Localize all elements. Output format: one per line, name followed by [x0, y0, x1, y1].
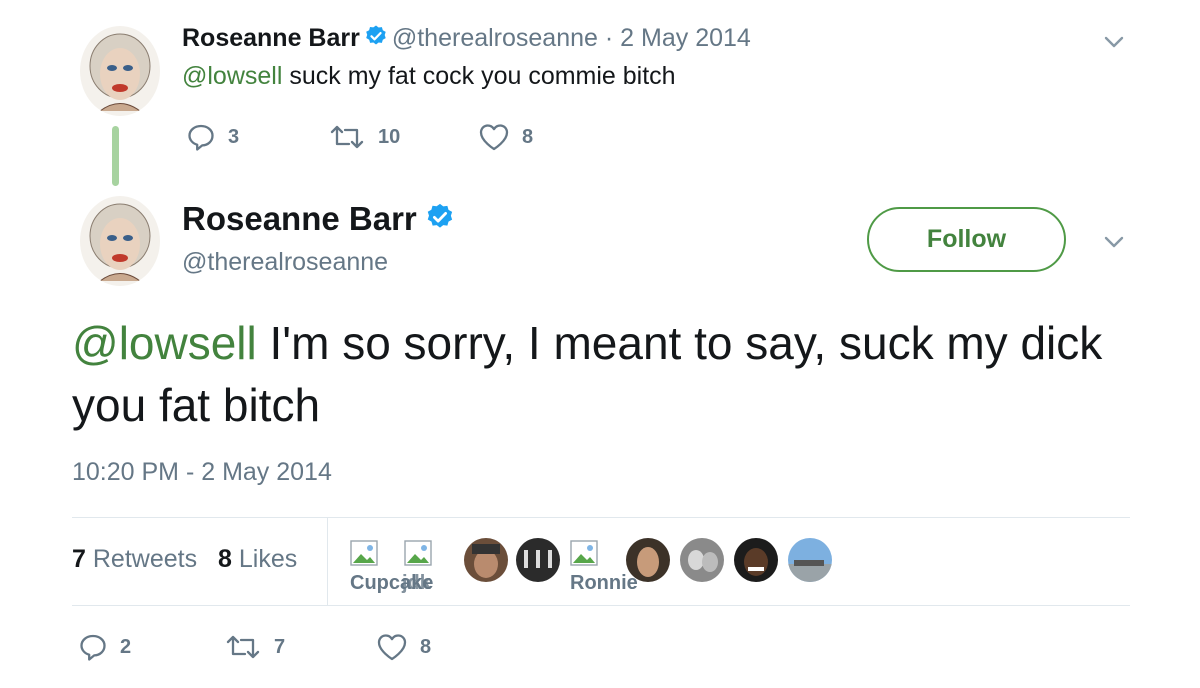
liker-name-ronnie: Ronnie	[570, 572, 638, 594]
retweet-count: 7	[274, 635, 286, 658]
retweet-action[interactable]: 10	[328, 122, 478, 152]
retweet-icon	[226, 635, 260, 659]
follow-button[interactable]: Follow	[867, 207, 1066, 272]
like-icon	[479, 124, 509, 151]
reply-mention-link[interactable]: @lowsell	[182, 62, 282, 90]
liker-avatar[interactable]	[464, 538, 508, 582]
thread-connector-line	[112, 126, 119, 186]
retweet-count: 10	[378, 125, 401, 148]
retweets-stat[interactable]: 7 Retweets	[72, 545, 197, 573]
chevron-down-icon[interactable]	[1100, 228, 1128, 256]
stats-vertical-divider	[327, 518, 328, 605]
reply-icon	[188, 124, 214, 151]
liker-name-jdk: jdk	[402, 572, 431, 594]
stats-top-divider	[72, 517, 1130, 518]
liker-avatar[interactable]	[680, 538, 724, 582]
main-author-name-row: Roseanne Barr	[182, 200, 459, 240]
liker-avatar[interactable]	[516, 538, 560, 582]
broken-image-icon[interactable]	[570, 540, 600, 568]
reply-author-handle[interactable]: @therealroseanne	[392, 24, 598, 52]
reply-icon	[80, 634, 106, 661]
reply-tweet-date[interactable]: 2 May 2014	[620, 24, 751, 52]
like-action[interactable]: 8	[478, 122, 533, 152]
main-mention-link[interactable]: @lowsell	[72, 317, 257, 369]
main-tweet-timestamp[interactable]: 10:20 PM - 2 May 2014	[72, 458, 332, 487]
header-separator: ·	[604, 24, 614, 53]
reply-tweet-header: Roseanne Barr @therealroseanne · 2 May 20…	[182, 24, 751, 55]
reply-author-avatar[interactable]	[80, 26, 160, 116]
like-action[interactable]: 8	[376, 632, 431, 662]
like-count: 8	[420, 635, 432, 658]
liker-avatar[interactable]	[734, 538, 778, 582]
likes-stat[interactable]: 8 Likes	[218, 545, 297, 573]
main-author-name[interactable]: Roseanne Barr	[182, 200, 417, 237]
like-count: 8	[522, 125, 534, 148]
like-icon	[377, 634, 407, 661]
likes-stat-count: 8	[218, 545, 232, 573]
main-tweet-actions: 2 7 8	[78, 632, 431, 662]
chevron-down-icon[interactable]	[1100, 28, 1128, 56]
reply-action[interactable]: 2	[78, 632, 224, 662]
reply-tweet-text: @lowsell suck my fat cock you commie bit…	[182, 62, 676, 91]
broken-image-icon[interactable]	[350, 540, 380, 568]
engagement-stats: 7 Retweets 8 Likes	[72, 545, 297, 574]
liker-avatar[interactable]	[626, 538, 670, 582]
verified-badge-icon	[425, 202, 455, 240]
broken-image-icon[interactable]	[404, 540, 434, 568]
liker-avatar[interactable]	[788, 538, 832, 582]
retweets-stat-label: Retweets	[92, 545, 198, 573]
main-tweet-text: @lowsell I'm so sorry, I meant to say, s…	[72, 312, 1132, 436]
retweet-action[interactable]: 7	[224, 632, 376, 662]
retweets-stat-count: 7	[72, 545, 86, 573]
reply-tweet-body: suck my fat cock you commie bitch	[282, 62, 676, 90]
stats-bottom-divider	[72, 605, 1130, 606]
reply-count: 2	[120, 635, 132, 658]
reply-count: 3	[228, 125, 240, 148]
likes-stat-label: Likes	[238, 545, 298, 573]
reply-author-name[interactable]: Roseanne Barr	[182, 24, 360, 52]
main-author-handle[interactable]: @therealroseanne	[182, 248, 388, 277]
reply-tweet-actions: 3 10 8	[186, 122, 533, 152]
verified-badge-icon	[364, 24, 388, 55]
retweet-icon	[330, 125, 364, 149]
reply-action[interactable]: 3	[186, 122, 328, 152]
main-author-avatar[interactable]	[80, 196, 160, 286]
